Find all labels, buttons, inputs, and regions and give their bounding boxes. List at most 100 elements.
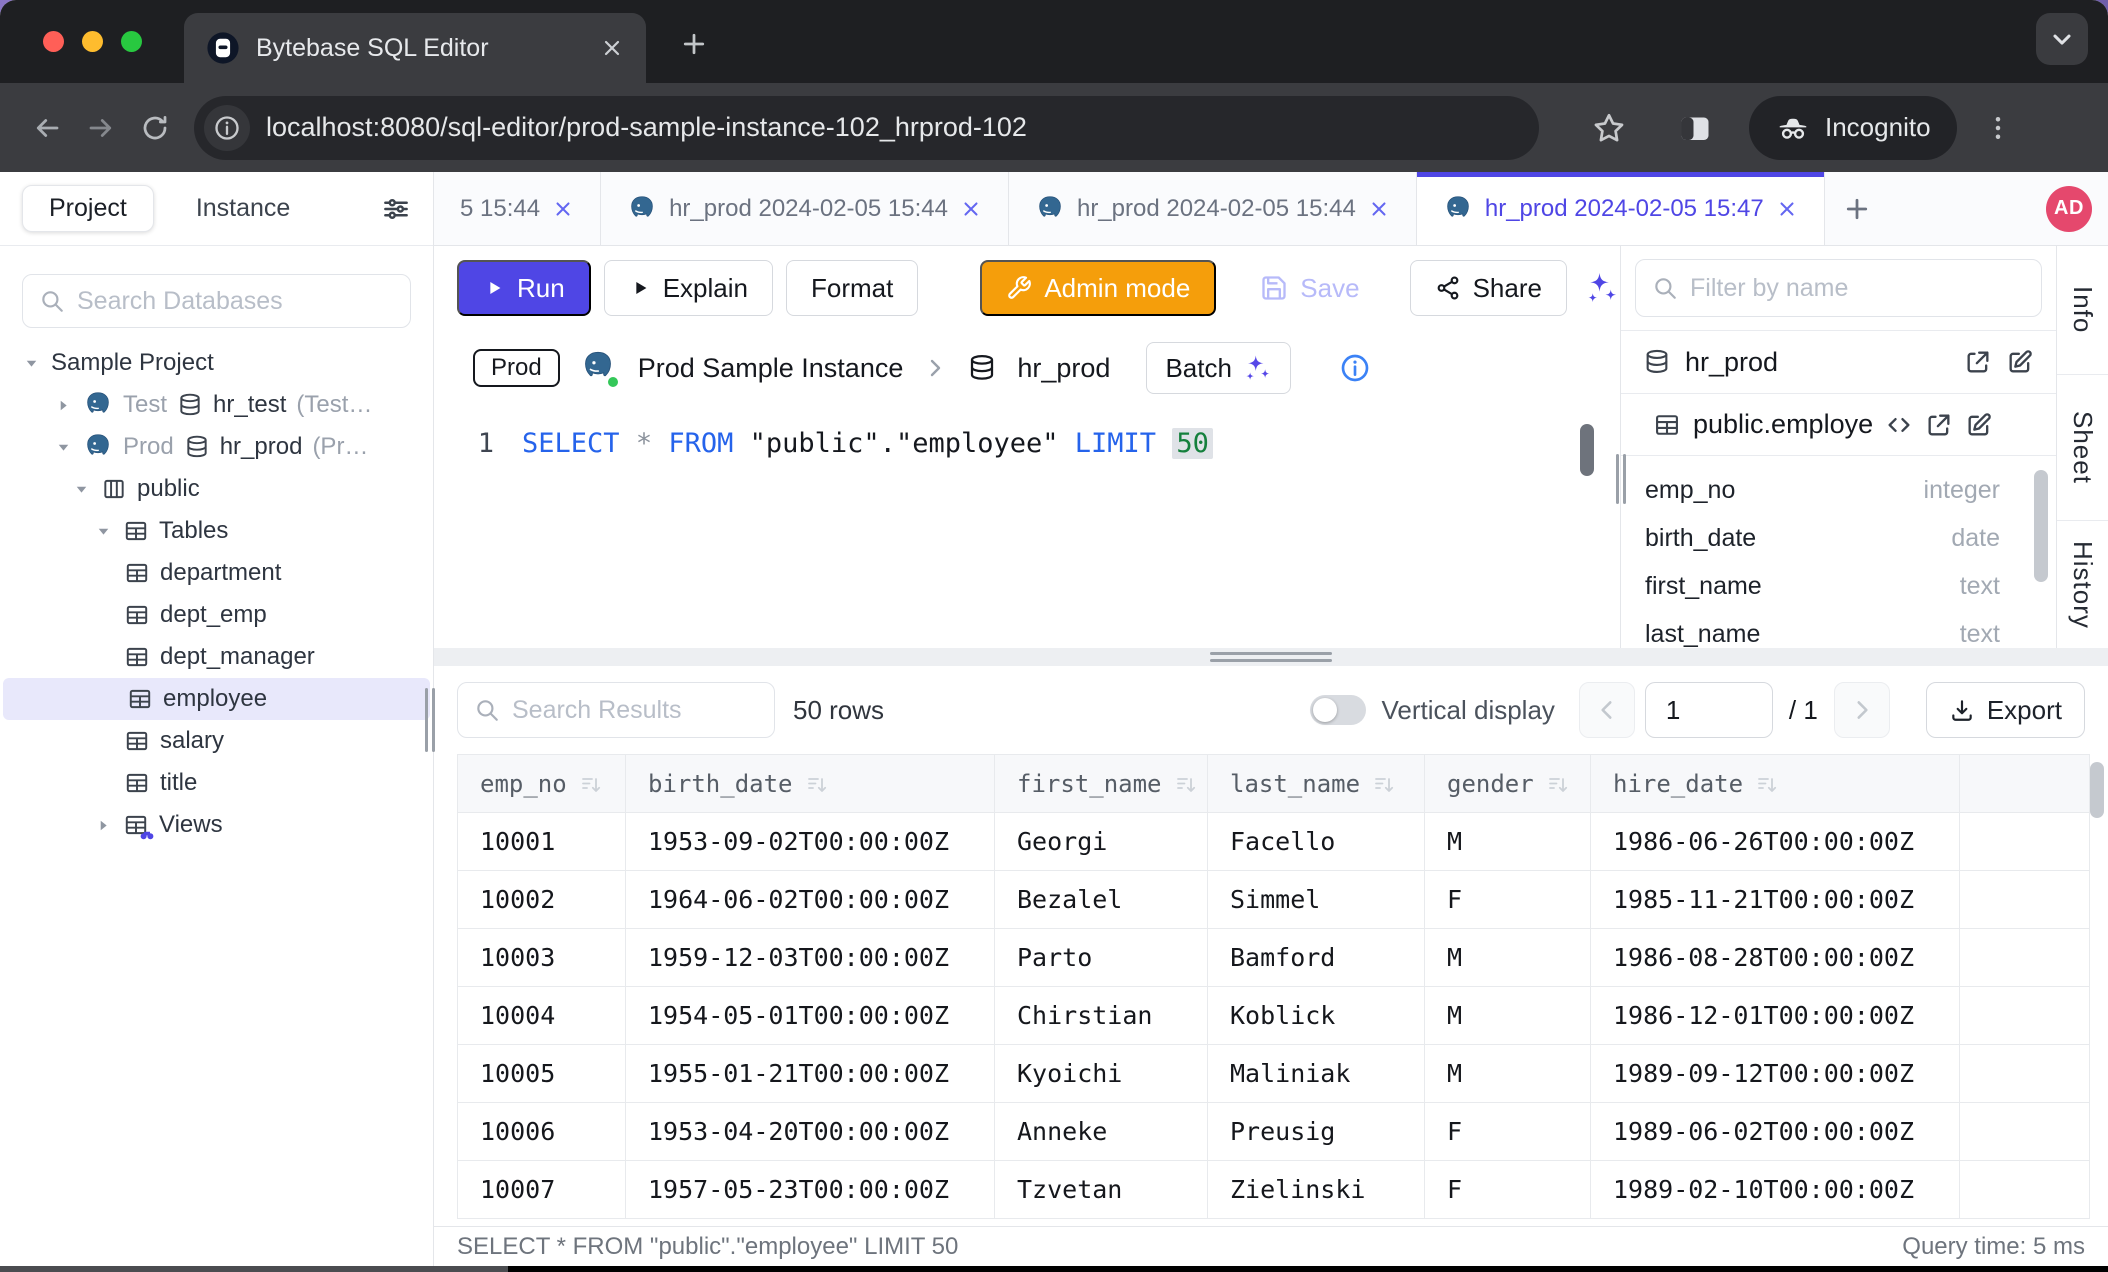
previous-page-button[interactable] [1579, 682, 1635, 738]
next-page-button[interactable] [1834, 682, 1890, 738]
table-cell[interactable]: Tzvetan [995, 1161, 1208, 1219]
table-row[interactable]: 100061953-04-20T00:00:00ZAnnekePreusigF1… [458, 1103, 2090, 1161]
close-window-button[interactable] [43, 31, 64, 52]
export-button[interactable]: Export [1926, 682, 2085, 738]
table-cell[interactable]: 1964-06-02T00:00:00Z [626, 871, 995, 929]
side-tab-history[interactable]: History [2057, 521, 2108, 648]
table-cell[interactable]: 1989-09-12T00:00:00Z [1591, 1045, 1960, 1103]
column-list-scrollbar[interactable] [2034, 470, 2048, 582]
format-button[interactable]: Format [786, 260, 918, 316]
database-name[interactable]: hr_prod [1017, 353, 1110, 384]
table-cell[interactable]: F [1425, 1103, 1591, 1161]
user-avatar[interactable]: AD [2046, 186, 2092, 232]
side-panel-icon[interactable] [1677, 110, 1713, 146]
table-cell[interactable]: 10007 [458, 1161, 626, 1219]
forward-button[interactable] [74, 101, 128, 155]
filter-box[interactable] [1635, 259, 2042, 317]
info-circle-icon[interactable] [1339, 352, 1371, 384]
sql-editor[interactable]: 1 SELECT * FROM "public"."employee" LIMI… [434, 406, 1620, 648]
table-cell[interactable]: M [1425, 987, 1591, 1045]
table-cell[interactable]: Parto [995, 929, 1208, 987]
table-row[interactable]: 100071957-05-23T00:00:00ZTzvetanZielinsk… [458, 1161, 2090, 1219]
table-cell[interactable]: Bamford [1208, 929, 1425, 987]
schema-column-row[interactable]: emp_nointeger [1621, 466, 2056, 514]
save-button[interactable]: Save [1248, 260, 1371, 316]
browser-tab[interactable]: Bytebase SQL Editor [184, 13, 646, 83]
table-cell[interactable]: 10005 [458, 1045, 626, 1103]
schema-column-row[interactable]: last_nametext [1621, 610, 2056, 648]
table-cell[interactable]: 10001 [458, 813, 626, 871]
caret-right-icon[interactable] [54, 396, 73, 415]
tree-schema-public[interactable]: public [0, 468, 433, 510]
tree-tables-group[interactable]: Tables [0, 510, 433, 552]
column-header[interactable]: birth_date [626, 755, 995, 813]
panel-resize-handle[interactable] [1614, 454, 1628, 504]
minimize-window-button[interactable] [82, 31, 103, 52]
tree-table-department[interactable]: department [0, 552, 433, 594]
column-header[interactable]: last_name [1208, 755, 1425, 813]
table-cell[interactable]: 1959-12-03T00:00:00Z [626, 929, 995, 987]
reload-button[interactable] [128, 101, 182, 155]
sidebar-resize-handle[interactable] [423, 688, 437, 752]
admin-mode-button[interactable]: Admin mode [980, 260, 1216, 316]
table-cell[interactable]: 1953-04-20T00:00:00Z [626, 1103, 995, 1161]
table-cell[interactable]: Bezalel [995, 871, 1208, 929]
sort-icon[interactable] [1372, 773, 1396, 797]
table-cell[interactable]: 1953-09-02T00:00:00Z [626, 813, 995, 871]
table-cell[interactable]: Georgi [995, 813, 1208, 871]
table-cell[interactable]: Simmel [1208, 871, 1425, 929]
table-cell[interactable]: 10004 [458, 987, 626, 1045]
search-databases-input[interactable] [77, 287, 399, 316]
table-cell[interactable]: 1954-05-01T00:00:00Z [626, 987, 995, 1045]
table-cell[interactable]: 1957-05-23T00:00:00Z [626, 1161, 995, 1219]
tree-table-salary[interactable]: salary [0, 720, 433, 762]
sort-icon[interactable] [1546, 773, 1570, 797]
tree-views-group[interactable]: Views [0, 804, 433, 846]
table-cell[interactable]: Facello [1208, 813, 1425, 871]
menu-dots-icon[interactable] [1983, 113, 2013, 143]
bookmark-star-icon[interactable] [1591, 110, 1627, 146]
table-cell[interactable]: 1986-08-28T00:00:00Z [1591, 929, 1960, 987]
database-search[interactable] [22, 274, 411, 328]
side-tab-sheet[interactable]: Sheet [2057, 375, 2108, 521]
ai-sparkle-icon[interactable] [1583, 270, 1619, 306]
worksheet-tab[interactable]: hr_prod 2024-02-05 15:44 [601, 172, 1009, 245]
close-tab-icon[interactable] [1368, 198, 1390, 220]
table-row[interactable]: 100051955-01-21T00:00:00ZKyoichiMaliniak… [458, 1045, 2090, 1103]
run-button[interactable]: Run [457, 260, 591, 316]
new-browser-tab-button[interactable] [672, 22, 716, 66]
splitter-handle[interactable] [1210, 652, 1332, 664]
worksheet-tab[interactable]: hr_prod 2024-02-05 15:47 [1417, 172, 1825, 245]
new-worksheet-button[interactable] [1825, 172, 1889, 245]
sort-icon[interactable] [805, 773, 829, 797]
column-header[interactable]: first_name [995, 755, 1208, 813]
worksheet-tab[interactable]: hr_prod 2024-02-05 15:44 [1009, 172, 1417, 245]
tree-database-prod[interactable]: Prod hr_prod (Pr… [0, 426, 433, 468]
vertical-display-toggle[interactable] [1310, 695, 1366, 725]
tree-table-employee[interactable]: employee [3, 678, 430, 720]
caret-down-icon[interactable] [94, 522, 113, 541]
sort-icon[interactable] [1174, 773, 1198, 797]
table-cell[interactable]: M [1425, 929, 1591, 987]
column-header[interactable]: hire_date [1591, 755, 1960, 813]
table-cell[interactable]: Preusig [1208, 1103, 1425, 1161]
sliders-icon[interactable] [381, 194, 411, 224]
table-row[interactable]: 100021964-06-02T00:00:00ZBezalelSimmelF1… [458, 871, 2090, 929]
table-cell[interactable]: Zielinski [1208, 1161, 1425, 1219]
code-icon[interactable] [1885, 411, 1913, 439]
sort-icon[interactable] [579, 773, 603, 797]
table-row[interactable]: 100041954-05-01T00:00:00ZChirstianKoblic… [458, 987, 2090, 1045]
caret-right-icon[interactable] [94, 816, 113, 835]
results-search-box[interactable] [457, 682, 775, 738]
tab-instance[interactable]: Instance [196, 194, 291, 223]
zoom-window-button[interactable] [121, 31, 142, 52]
table-cell[interactable]: 10003 [458, 929, 626, 987]
caret-down-icon[interactable] [72, 480, 91, 499]
edit-icon[interactable] [2006, 348, 2034, 376]
address-bar[interactable]: localhost:8080/sql-editor/prod-sample-in… [194, 96, 1539, 160]
table-cell[interactable]: M [1425, 1045, 1591, 1103]
worksheet-tab[interactable]: 5 15:44 [434, 172, 601, 245]
site-info-button[interactable] [204, 105, 250, 151]
table-cell[interactable]: 10006 [458, 1103, 626, 1161]
tree-project[interactable]: Sample Project [0, 342, 433, 384]
